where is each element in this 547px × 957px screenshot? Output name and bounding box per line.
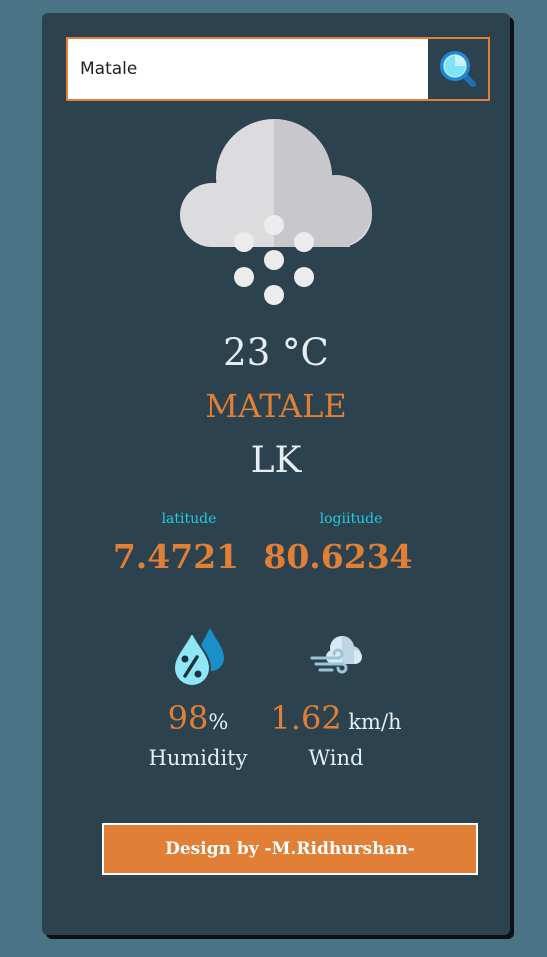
city-name: MATALE (205, 387, 347, 425)
country-code: LK (250, 440, 302, 481)
latitude-label: latitude (161, 511, 217, 527)
weather-card: 23 °C MATALE LK latitude logiitude 7.472… (42, 13, 510, 935)
search-bar (66, 37, 490, 101)
credit-banner: Design by -M.Ridhurshan- (102, 823, 478, 875)
search-button[interactable] (428, 39, 488, 99)
humidity-unit: % (208, 710, 229, 734)
wind-value: 1.62 km/h (256, 699, 416, 737)
longitude-value: 80.6234 (263, 537, 413, 576)
longitude-label: logiitude (319, 511, 383, 527)
humidity-number: 98 (167, 699, 209, 737)
humidity-value: 98% (118, 699, 278, 737)
humidity-label: Humidity (148, 746, 248, 770)
search-icon (440, 51, 476, 87)
humidity-drops-icon (172, 628, 224, 686)
wind-unit: km/h (341, 710, 402, 734)
wind-label: Wind (308, 746, 364, 770)
wind-cloud-icon (310, 636, 362, 674)
cloud-snow-icon (180, 119, 372, 305)
city-search-input[interactable] (68, 39, 428, 99)
temperature: 23 °C (223, 331, 329, 374)
latitude-value: 7.4721 (112, 537, 240, 576)
wind-number: 1.62 (270, 699, 342, 737)
